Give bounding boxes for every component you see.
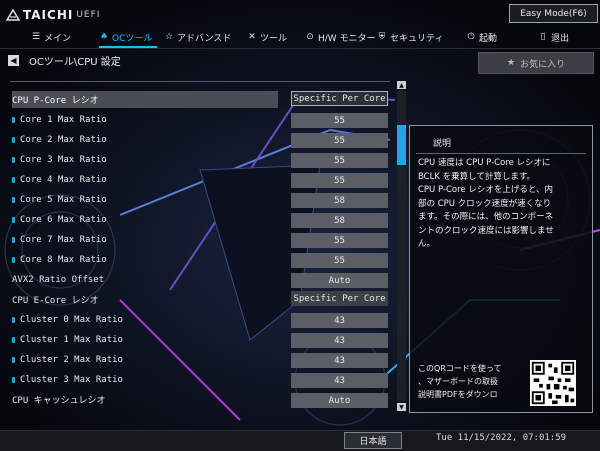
setting-value[interactable]: 55 (291, 253, 388, 268)
sub-item-marker (12, 116, 15, 123)
setting-value[interactable]: Specific Per Core (291, 91, 388, 106)
setting-value[interactable]: 55 (291, 113, 388, 128)
sub-item-marker (12, 216, 15, 223)
setting-value[interactable]: 55 (291, 233, 388, 248)
setting-label: Cluster 1 Max Ratio (20, 334, 123, 345)
setting-label: Core 4 Max Ratio (20, 174, 107, 185)
setting-label: Core 3 Max Ratio (20, 154, 107, 165)
setting-label: Core 7 Max Ratio (20, 234, 107, 245)
setting-value[interactable]: 58 (291, 213, 388, 228)
sub-item-marker (12, 236, 15, 243)
setting-value[interactable]: Specific Per Core (291, 291, 388, 306)
setting-label: CPU キャッシュレシオ (12, 396, 106, 406)
sub-item-marker (12, 376, 15, 383)
setting-label: Cluster 3 Max Ratio (20, 374, 123, 385)
setting-label: Cluster 2 Max Ratio (20, 354, 123, 365)
setting-label: Core 2 Max Ratio (20, 134, 107, 145)
sub-item-marker (12, 256, 15, 263)
sub-item-marker (12, 156, 15, 163)
setting-label: Core 8 Max Ratio (20, 254, 107, 265)
setting-label: Core 1 Max Ratio (20, 114, 107, 125)
setting-value[interactable]: 43 (291, 333, 388, 348)
setting-label: Core 5 Max Ratio (20, 194, 107, 205)
setting-label: Core 6 Max Ratio (20, 214, 107, 225)
setting-value[interactable]: 43 (291, 313, 388, 328)
setting-value[interactable]: 55 (291, 173, 388, 188)
setting-label: CPU P-Core レシオ (12, 96, 99, 106)
sub-item-marker (12, 316, 15, 323)
setting-label: Cluster 0 Max Ratio (20, 314, 123, 325)
setting-value[interactable]: Auto (291, 393, 388, 408)
setting-value[interactable]: 43 (291, 353, 388, 368)
setting-value[interactable]: 55 (291, 153, 388, 168)
setting-value[interactable]: 55 (291, 133, 388, 148)
sub-item-marker (12, 176, 15, 183)
setting-value[interactable]: 43 (291, 373, 388, 388)
setting-value[interactable]: Auto (291, 273, 388, 288)
setting-label: CPU E-Core レシオ (12, 296, 99, 306)
sub-item-marker (12, 336, 15, 343)
sub-item-marker (12, 356, 15, 363)
sub-item-marker (12, 136, 15, 143)
sub-item-marker (12, 196, 15, 203)
setting-value[interactable]: 58 (291, 193, 388, 208)
settings-list: CPU P-Core レシオ Specific Per Core Core 1 … (0, 0, 600, 450)
setting-label: AVX2 Ratio Offset (12, 274, 105, 285)
